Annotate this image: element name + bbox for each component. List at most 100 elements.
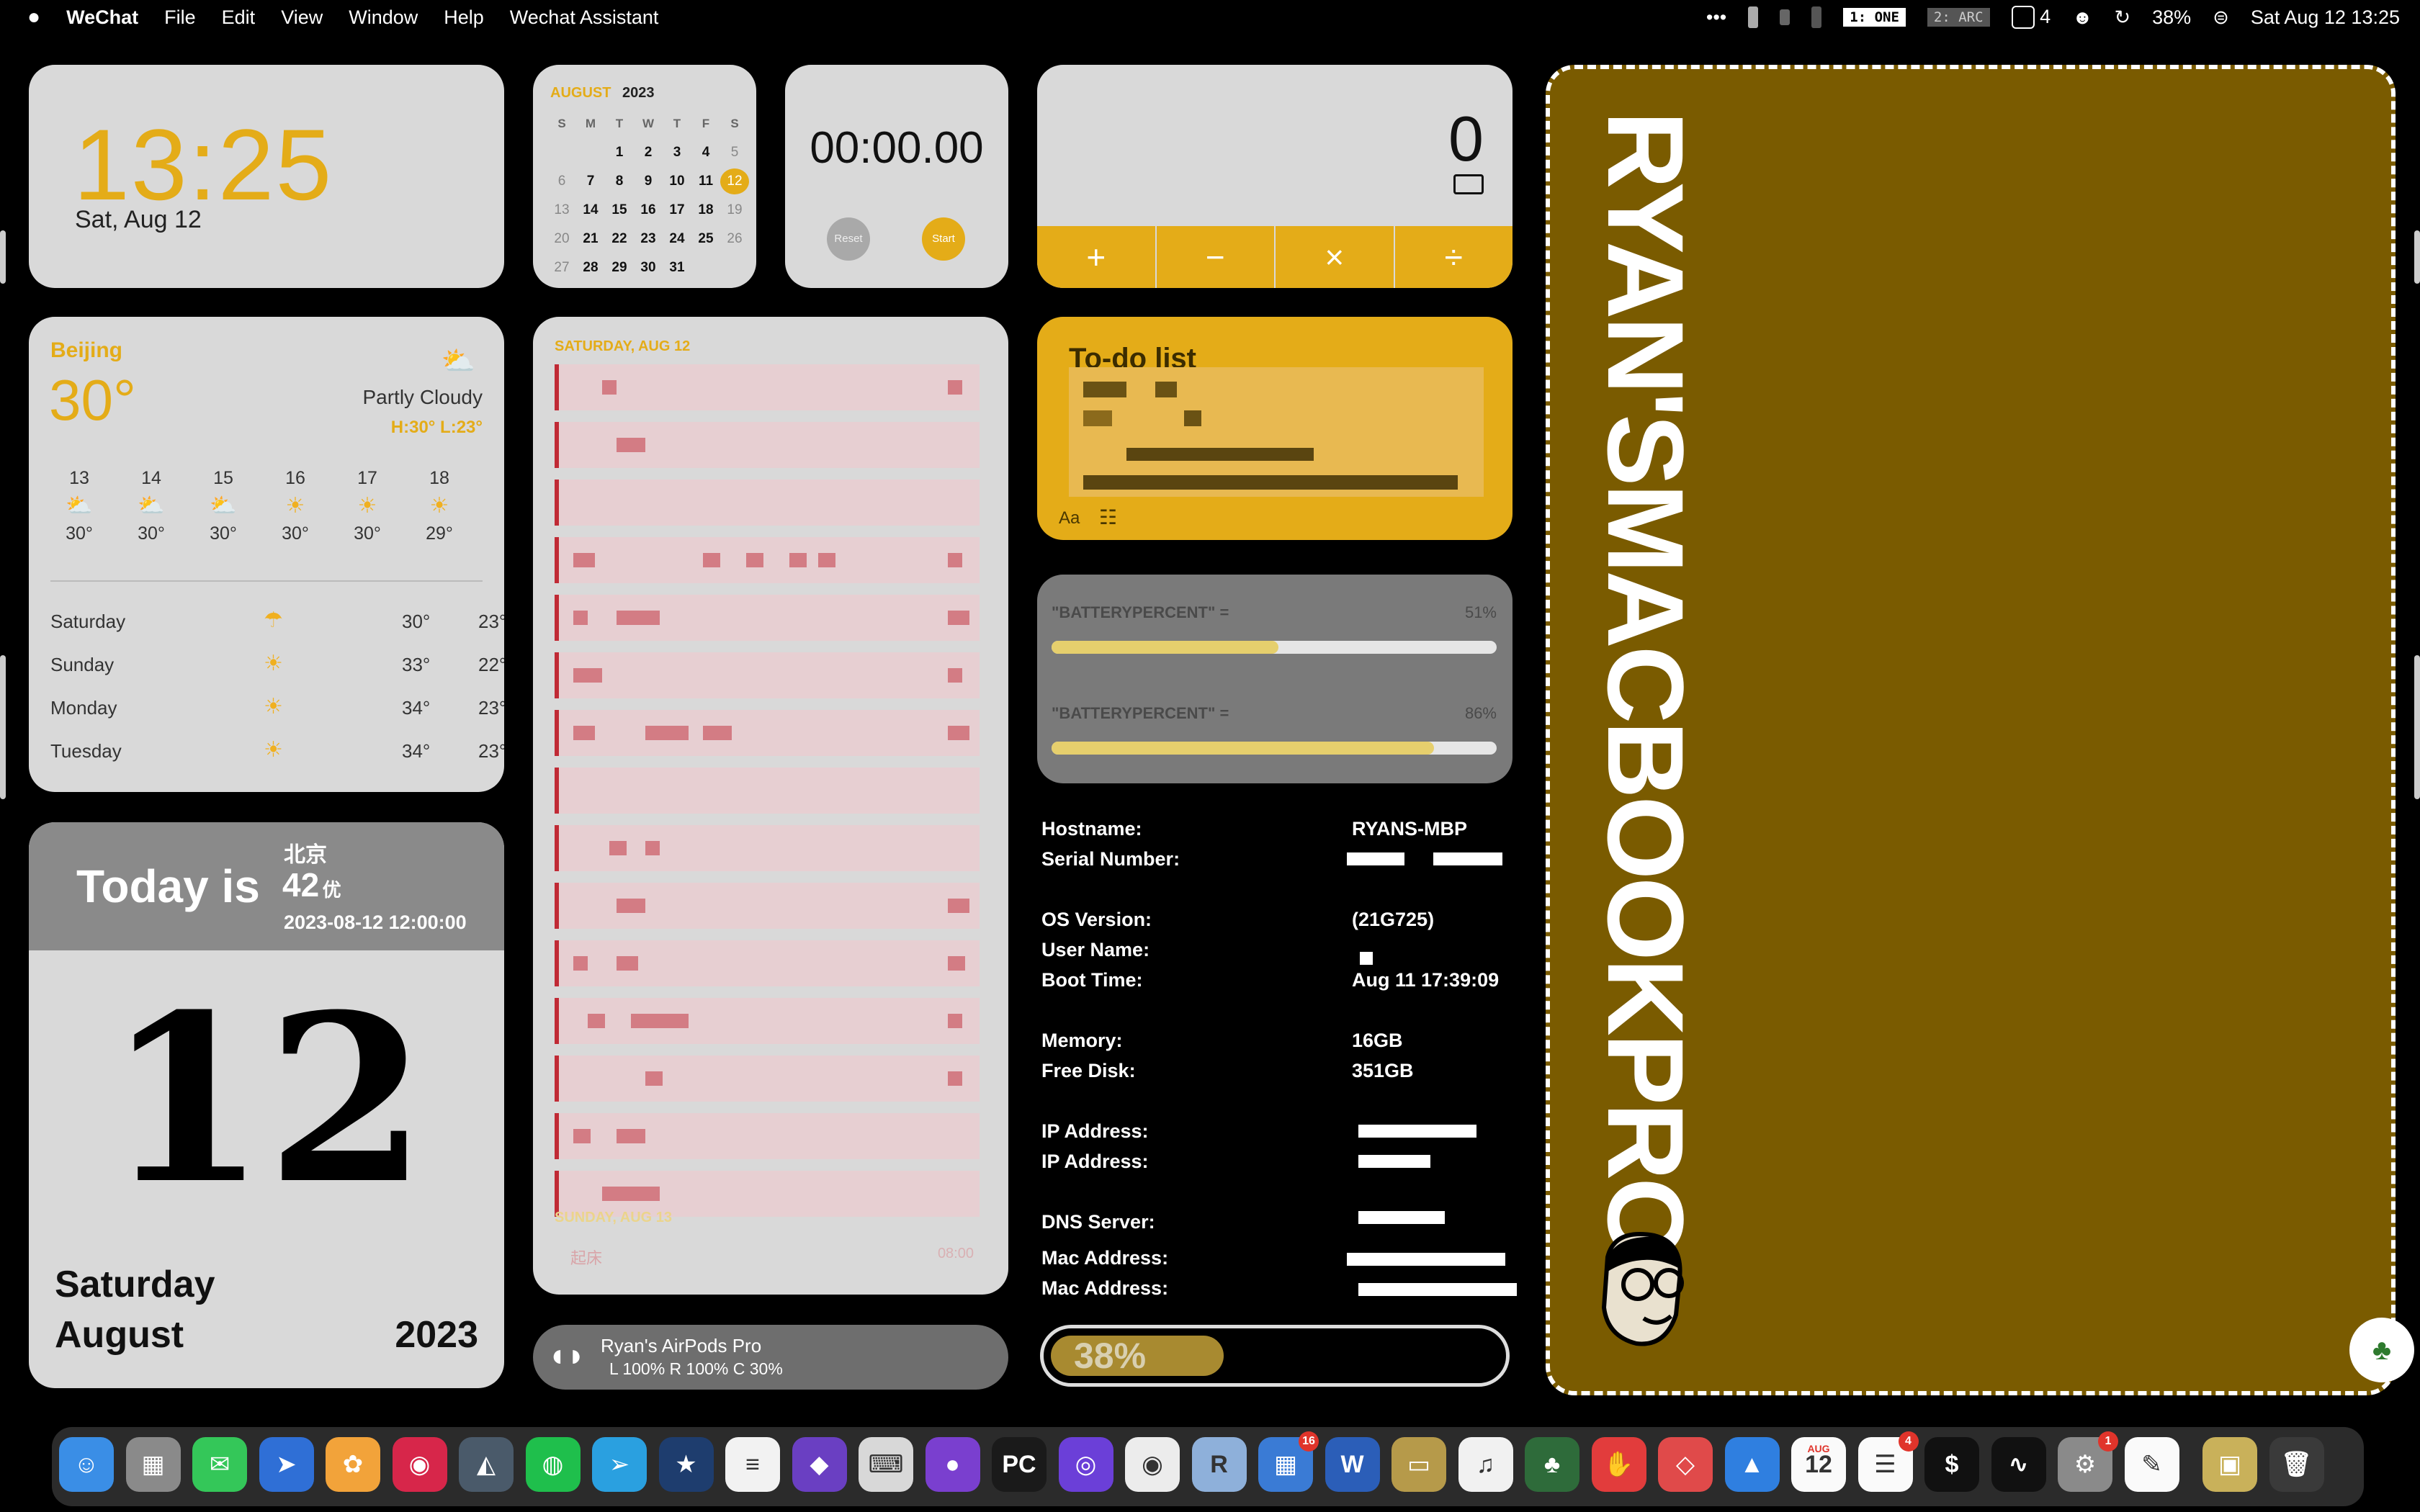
workspace-1-button[interactable]: 1: ONE — [1843, 8, 1906, 27]
overflow-icon[interactable]: ••• — [1706, 6, 1726, 29]
dock-activity-monitor-icon[interactable]: ∿ — [1991, 1437, 2046, 1492]
dock-messages-icon[interactable]: ✉ — [192, 1437, 247, 1492]
calendar-day[interactable]: 16 — [634, 197, 663, 223]
calendar-day[interactable]: 22 — [605, 226, 634, 252]
calendar-day[interactable]: 24 — [663, 226, 691, 252]
calendar-day[interactable]: 31 — [663, 255, 691, 281]
dock-reminders-icon[interactable]: ☰ 4 — [1857, 1431, 1919, 1492]
battery-percent[interactable]: 38% — [2152, 6, 2191, 29]
phone-icon[interactable] — [1748, 6, 1759, 28]
dock-affinity-designer-icon[interactable]: ◭ — [459, 1437, 514, 1492]
weather-widget[interactable]: Beijing 30° ⛅ Partly Cloudy H:30° L:23° … — [29, 317, 504, 792]
agenda-widget[interactable]: SATURDAY, AUG 12 SUNDAY, AUG 13 起床 08:00 — [533, 317, 1008, 1295]
left-edge-handle[interactable] — [0, 230, 6, 284]
calendar-day[interactable]: 9 — [634, 168, 663, 194]
calendar-day[interactable]: 26 — [720, 226, 749, 252]
calculator-widget[interactable]: 0 + − × ÷ — [1037, 65, 1512, 288]
menu-view[interactable]: View — [268, 6, 336, 29]
multiply-button[interactable]: × — [1274, 226, 1394, 288]
calendar-day[interactable]: 27 — [547, 255, 576, 281]
menu-edit[interactable]: Edit — [209, 6, 269, 29]
calendar-day[interactable]: 4 — [691, 140, 720, 166]
dock-wechat-icon[interactable]: ◍ — [525, 1437, 581, 1492]
left-edge-handle-2[interactable] — [0, 655, 6, 799]
dock-r-app-icon[interactable]: R — [1191, 1437, 1247, 1492]
battery-widget[interactable]: "BATTERYPERCENT" = 51% "BATTERYPERCENT" … — [1037, 575, 1512, 783]
notification-icon[interactable]: 4 — [2011, 6, 2051, 30]
apple-menu-icon[interactable]: ● — [0, 5, 53, 30]
menu-file[interactable]: File — [151, 6, 209, 29]
calendar-day[interactable]: 30 — [634, 255, 663, 281]
agenda-event[interactable] — [555, 825, 980, 871]
agenda-event[interactable] — [555, 768, 980, 814]
dock-trash-icon[interactable]: 🗑 — [2269, 1437, 2324, 1492]
app-menu-wechat[interactable]: WeChat — [53, 6, 151, 29]
agenda-event[interactable] — [555, 883, 980, 929]
calendar-day[interactable]: 8 — [605, 168, 634, 194]
calendar-day[interactable]: 19 — [720, 197, 749, 223]
dock-gem-app-icon[interactable]: ◇ — [1658, 1437, 1713, 1492]
right-edge-handle[interactable] — [2414, 230, 2420, 284]
dock-star-app-icon[interactable]: ★ — [658, 1437, 714, 1492]
divide-button[interactable]: ÷ — [1393, 226, 1513, 288]
agenda-event[interactable] — [555, 537, 980, 583]
plus-button[interactable]: + — [1037, 226, 1155, 288]
agenda-event[interactable] — [555, 1056, 980, 1102]
dock-keyboard-app-icon[interactable]: ⌨ — [859, 1437, 913, 1492]
calendar-day[interactable]: 11 — [691, 168, 720, 194]
calendar-day-today[interactable]: 12 — [720, 168, 749, 194]
dock-terminal-retro-icon[interactable]: ▭ — [1392, 1437, 1446, 1492]
right-edge-handle-2[interactable] — [2414, 655, 2420, 799]
dock-grid-app-icon[interactable]: ▦ 16 — [1258, 1431, 1319, 1492]
stopwatch-reset-button[interactable]: Reset — [827, 217, 870, 261]
calendar-day[interactable]: 18 — [691, 197, 720, 223]
stopwatch-start-button[interactable]: Start — [922, 217, 965, 261]
calendar-day[interactable]: 5 — [720, 140, 749, 166]
calendar-day[interactable]: 7 — [576, 168, 605, 194]
calendar-day[interactable]: 17 — [663, 197, 691, 223]
agenda-event[interactable] — [555, 652, 980, 698]
calendar-day[interactable]: 3 — [663, 140, 691, 166]
dock-mountain-app-icon[interactable]: ▲ — [1724, 1437, 1780, 1492]
face-icon[interactable]: ☻ — [2072, 6, 2092, 29]
dock-calendar-icon[interactable]: 12 AUG — [1791, 1437, 1846, 1492]
calendar-day[interactable]: 25 — [691, 226, 720, 252]
keyboard-icon[interactable] — [1453, 174, 1484, 194]
dock-obsidian-icon[interactable]: ◆ — [792, 1437, 847, 1492]
clock-widget[interactable]: 13:25 Sat, Aug 12 — [29, 65, 504, 288]
dock-music-icon[interactable]: ♫ — [1458, 1437, 1513, 1492]
menu-help[interactable]: Help — [431, 6, 497, 29]
control-center-icon[interactable]: ⊜ — [2213, 6, 2229, 29]
calendar-day[interactable]: 2 — [634, 140, 663, 166]
checklist-icon[interactable]: ☷ — [1099, 505, 1117, 529]
dock-textedit-icon[interactable]: ✎ — [2124, 1437, 2179, 1492]
dock-music-player-icon[interactable]: ◉ — [392, 1437, 447, 1492]
todo-font-label[interactable]: Aa — [1059, 508, 1080, 528]
calendar-day[interactable]: 1 — [605, 140, 634, 166]
agenda-event[interactable] — [555, 364, 980, 410]
menu-window[interactable]: Window — [336, 6, 431, 29]
menubar-datetime[interactable]: Sat Aug 12 13:25 — [2251, 6, 2400, 29]
dock-camo-icon[interactable]: ◎ — [1058, 1437, 1113, 1492]
stopwatch-widget[interactable]: 00:00.00 Reset Start — [785, 65, 1008, 288]
dock-photos-icon[interactable]: ✿ — [326, 1437, 380, 1492]
calendar-day[interactable]: 13 — [547, 197, 576, 223]
dock-launchpad-icon[interactable]: ▦ — [125, 1437, 181, 1492]
dock-notes-list-icon[interactable]: ≡ — [725, 1437, 780, 1492]
calendar-day[interactable]: 28 — [576, 255, 605, 281]
airpods-widget[interactable]: ◖◗ Ryan's AirPods Pro L 100% R 100% C 30… — [533, 1325, 1008, 1390]
dock-terminal-icon[interactable]: $ — [1924, 1437, 1979, 1492]
broccoli-icon[interactable]: ♣ — [2349, 1318, 2414, 1382]
agenda-event[interactable] — [555, 595, 980, 641]
calendar-day[interactable]: 15 — [605, 197, 634, 223]
dock-github-icon[interactable]: ● — [925, 1437, 980, 1492]
calendar-day[interactable]: 21 — [576, 226, 605, 252]
agenda-event[interactable] — [555, 480, 980, 526]
agenda-event[interactable] — [555, 422, 980, 468]
calendar-day[interactable]: 23 — [634, 226, 663, 252]
window-icon[interactable] — [1811, 6, 1822, 28]
dock-telegram-icon[interactable]: ➢ — [592, 1437, 647, 1492]
dock-pycharm-icon[interactable]: PC — [992, 1437, 1047, 1492]
dock-chrome-icon[interactable]: ◉ — [1125, 1437, 1180, 1492]
device-icon[interactable] — [1780, 9, 1791, 25]
